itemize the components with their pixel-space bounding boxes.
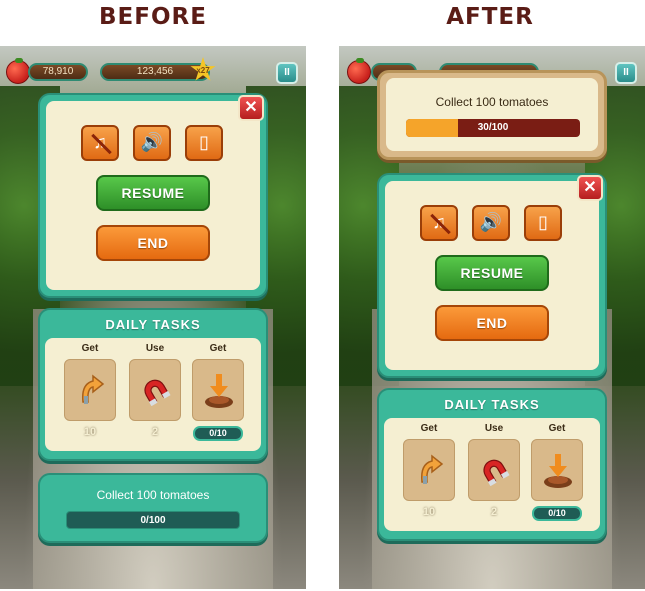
task-get-dig: Get 0/10 — [192, 343, 244, 441]
sound-on-icon: 🔊 — [479, 212, 503, 232]
close-button[interactable]: ✕ — [577, 175, 603, 201]
task-get-dig: Get 0/10 — [531, 423, 583, 521]
goal-progress-label: 0/100 — [140, 515, 166, 526]
sound-toggle-button[interactable]: 🔊 — [133, 125, 171, 161]
task-progress-badge: 0/10 — [532, 506, 582, 521]
dig-spot-icon — [544, 454, 572, 488]
before-heading: BEFORE — [99, 4, 207, 30]
resume-button[interactable]: RESUME — [435, 255, 549, 291]
vibration-toggle-button[interactable]: ▯ — [185, 125, 223, 161]
sound-on-icon: 🔊 — [140, 132, 164, 152]
before-screen: 78,910 123,456 x27 II ♫ 🔊 ▯ RESUME END ✕… — [0, 46, 306, 589]
task-count: 2 — [490, 506, 498, 518]
daily-tasks-panel: DAILY TASKS Get 10 Use 2 Get 0/10 — [377, 388, 607, 541]
vibration-icon: ▯ — [538, 212, 548, 232]
shovel-arrow-icon — [420, 454, 444, 484]
tomato-counter: 78,910 — [28, 63, 88, 81]
magnet-icon — [144, 379, 171, 406]
daily-tasks-title: DAILY TASKS — [105, 317, 201, 332]
task-get-arrow: Get 10 — [403, 423, 455, 518]
task-count: 10 — [83, 426, 97, 438]
pause-menu-panel: ♫ 🔊 ▯ RESUME END — [38, 93, 268, 298]
task-progress-badge: 0/10 — [193, 426, 243, 441]
task-count: 10 — [422, 506, 436, 518]
tomato-counter-icon — [347, 58, 371, 84]
after-screen: II Collect 100 tomatoes 30/100 ♫ 🔊 ▯ RES… — [339, 46, 645, 589]
daily-tasks-title: DAILY TASKS — [444, 397, 540, 412]
pause-button[interactable]: II — [276, 62, 298, 84]
goal-progress-bar: 0/100 — [66, 511, 240, 529]
resume-button[interactable]: RESUME — [96, 175, 210, 211]
goal-progress-label: 30/100 — [477, 122, 509, 133]
goal-panel: Collect 100 tomatoes 30/100 — [377, 70, 607, 160]
sound-toggle-button[interactable]: 🔊 — [472, 205, 510, 241]
pause-menu-panel: ♫ 🔊 ▯ RESUME END — [377, 173, 607, 378]
end-button[interactable]: END — [96, 225, 210, 261]
vibration-toggle-button[interactable]: ▯ — [524, 205, 562, 241]
task-use-magnet: Use 2 — [129, 343, 181, 438]
magnet-icon — [483, 459, 510, 486]
pause-button[interactable]: II — [615, 62, 637, 84]
goal-text: Collect 100 tomatoes — [96, 488, 210, 502]
end-button[interactable]: END — [435, 305, 549, 341]
close-button[interactable]: ✕ — [238, 95, 264, 121]
dig-spot-icon — [205, 374, 233, 408]
goal-progress-bar: 30/100 — [406, 119, 580, 137]
after-heading: AFTER — [446, 4, 534, 30]
vibration-icon: ▯ — [199, 132, 209, 152]
daily-tasks-panel: DAILY TASKS Get 10 Use 2 Get 0/10 — [38, 308, 268, 461]
coin-counter: 123,456 — [100, 63, 210, 81]
task-use-magnet: Use 2 — [468, 423, 520, 518]
music-toggle-button[interactable]: ♫ — [420, 205, 458, 241]
task-get-arrow: Get 10 — [64, 343, 116, 438]
goal-text: Collect 100 tomatoes — [435, 95, 549, 109]
tomato-counter-icon — [6, 58, 30, 84]
goal-panel: Collect 100 tomatoes 0/100 — [38, 473, 268, 543]
shovel-arrow-icon — [81, 374, 105, 404]
music-toggle-button[interactable]: ♫ — [81, 125, 119, 161]
task-count: 2 — [151, 426, 159, 438]
